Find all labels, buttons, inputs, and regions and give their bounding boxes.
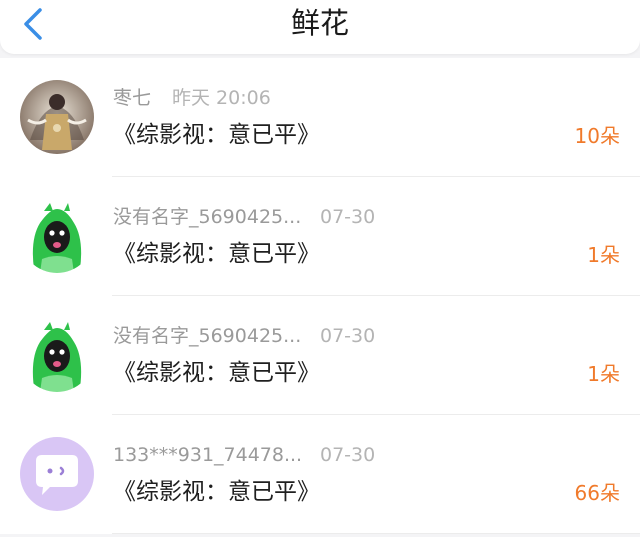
user-name: 没有名字_5690425... — [113, 206, 302, 228]
avatar[interactable] — [20, 437, 94, 511]
timestamp: 07-30 — [320, 206, 376, 228]
avatar[interactable] — [20, 199, 94, 273]
flower-list: 枣七 昨天 20:06 《综影视：意已平》 10朵 没有名字_5690425..… — [0, 58, 640, 534]
avatar[interactable] — [20, 318, 94, 392]
book-title[interactable]: 《综影视：意已平》 — [113, 358, 320, 388]
list-item[interactable]: 枣七 昨天 20:06 《综影视：意已平》 10朵 — [0, 58, 640, 177]
avatar[interactable] — [20, 80, 94, 154]
divider — [112, 533, 640, 534]
flower-count: 66朵 — [574, 481, 620, 505]
page-title: 鲜花 — [290, 6, 349, 40]
book-title[interactable]: 《综影视：意已平》 — [113, 477, 320, 507]
timestamp: 昨天 20:06 — [172, 87, 271, 109]
green-hair-avatar-icon — [20, 199, 94, 273]
user-name: 枣七 — [113, 87, 152, 109]
list-item[interactable]: 没有名字_5690425... 07-30 《综影视：意已平》 1朵 — [0, 177, 640, 296]
timestamp: 07-30 — [320, 325, 376, 347]
book-title[interactable]: 《综影视：意已平》 — [113, 120, 320, 150]
chat-bubble-avatar-icon — [20, 437, 94, 511]
flower-count: 10朵 — [574, 124, 620, 148]
book-title[interactable]: 《综影视：意已平》 — [113, 239, 320, 269]
list-item[interactable]: 没有名字_5690425... 07-30 《综影视：意已平》 1朵 — [0, 296, 640, 415]
user-name: 133***931_74478... — [113, 444, 303, 466]
top-bar: 鲜花 — [0, 0, 640, 54]
green-hair-avatar-icon — [20, 318, 94, 392]
character-avatar-icon — [20, 80, 94, 154]
flower-count: 1朵 — [587, 362, 620, 386]
user-name: 没有名字_5690425... — [113, 325, 302, 347]
flower-count: 1朵 — [587, 243, 620, 267]
list-item[interactable]: 133***931_74478... 07-30 《综影视：意已平》 66朵 — [0, 415, 640, 534]
timestamp: 07-30 — [320, 444, 376, 466]
